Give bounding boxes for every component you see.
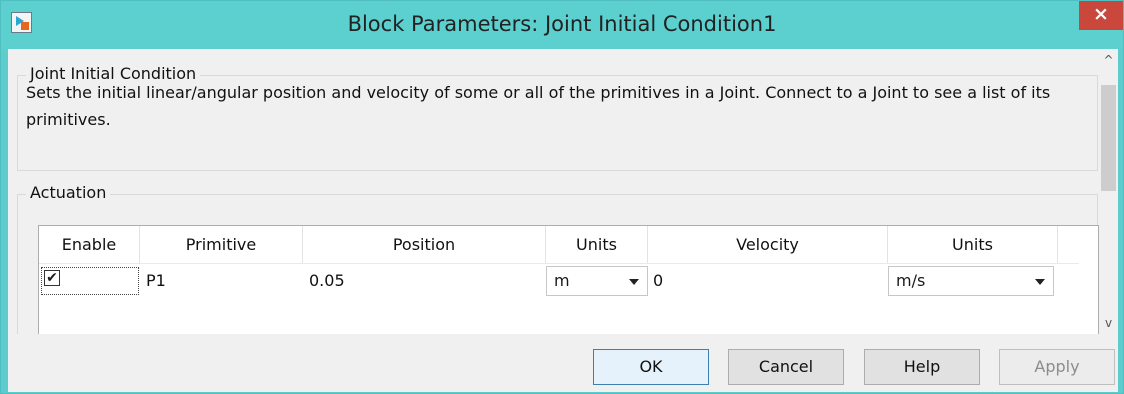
apply-button[interactable]: Apply: [999, 349, 1115, 385]
chevron-down-icon: [629, 279, 639, 285]
description-group: Joint Initial Condition Sets the initial…: [17, 64, 1098, 171]
dialog-window: Block Parameters: Joint Initial Conditio…: [0, 0, 1124, 394]
velocity-units-select[interactable]: m/s: [888, 266, 1054, 296]
actuation-table: Enable Primitive Position Units Velocity…: [38, 225, 1099, 334]
ok-button[interactable]: OK: [593, 349, 709, 385]
scroll-up-icon[interactable]: ^: [1099, 49, 1118, 71]
window-title: Block Parameters: Joint Initial Conditio…: [347, 12, 777, 36]
chevron-down-icon: [1035, 279, 1045, 285]
title-bar[interactable]: Block Parameters: Joint Initial Conditio…: [1, 1, 1123, 49]
velocity-input[interactable]: 0: [653, 267, 883, 295]
scroll-down-icon[interactable]: v: [1099, 312, 1118, 334]
position-units-select[interactable]: m: [546, 266, 648, 296]
column-header-enable[interactable]: Enable: [39, 226, 140, 263]
actuation-group-legend: Actuation: [26, 183, 111, 202]
velocity-units-value: m/s: [896, 271, 926, 290]
column-header-velocity-units[interactable]: Units: [888, 226, 1058, 263]
primitive-cell: P1: [146, 271, 166, 290]
vertical-scrollbar[interactable]: ^ v: [1099, 49, 1118, 334]
cancel-button[interactable]: Cancel: [728, 349, 844, 385]
scrollbar-thumb[interactable]: [1101, 85, 1116, 191]
position-input[interactable]: 0.05: [309, 267, 539, 295]
enable-checkbox[interactable]: ✔: [44, 270, 60, 286]
parameters-pane: Joint Initial Condition Sets the initial…: [8, 49, 1099, 334]
column-header-primitive[interactable]: Primitive: [140, 226, 303, 263]
column-header-position-units[interactable]: Units: [546, 226, 648, 263]
help-button[interactable]: Help: [864, 349, 980, 385]
column-header-velocity[interactable]: Velocity: [648, 226, 888, 263]
close-button[interactable]: ×: [1079, 1, 1123, 30]
position-units-value: m: [554, 271, 570, 290]
block-description: Sets the initial linear/angular position…: [26, 83, 1051, 129]
header-separator: [39, 263, 1079, 264]
column-header-position[interactable]: Position: [303, 226, 546, 263]
